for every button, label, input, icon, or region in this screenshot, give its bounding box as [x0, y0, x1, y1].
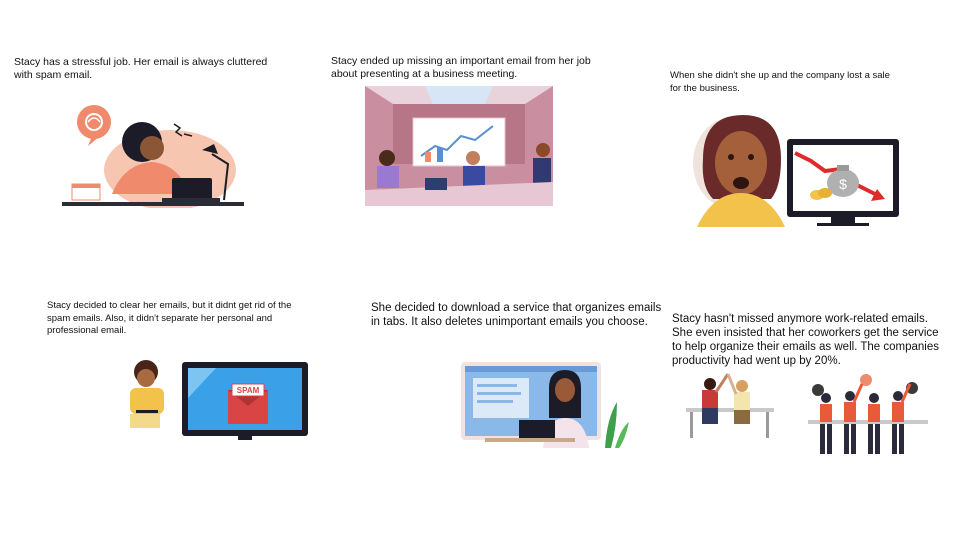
- panel-6-illustration-right: [806, 372, 930, 458]
- panel-5-illustration: [455, 352, 633, 448]
- stress-bubble-icon: [77, 105, 111, 146]
- panel-2-illustration: [365, 86, 553, 206]
- panel-4-illustration: SPAM: [126, 358, 308, 442]
- spam-label: SPAM: [237, 386, 260, 395]
- panel-4-caption: Stacy decided to clear her emails, but i…: [47, 300, 292, 336]
- panel-1-illustration: [62, 104, 244, 208]
- panel-6-caption: Stacy hasn't missed anymore work-related…: [672, 313, 939, 367]
- panel-3-illustration: $: [681, 111, 901, 227]
- panel-6-illustration-left: [680, 370, 780, 440]
- panel-1-caption: Stacy has a stressful job. Her email is …: [14, 56, 268, 81]
- dollar-sign: $: [839, 176, 847, 192]
- panel-5-caption: She decided to download a service that o…: [371, 302, 662, 328]
- panel-2-caption: Stacy ended up missing an important emai…: [331, 55, 591, 80]
- spam-envelope-icon: SPAM: [228, 383, 268, 424]
- panel-3-caption: When she didn't she up and the company l…: [670, 70, 890, 94]
